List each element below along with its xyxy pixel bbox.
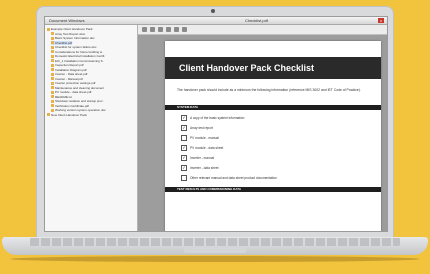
- trackpad: [184, 247, 246, 253]
- tree-item[interactable]: Working version system operation doc: [51, 108, 106, 112]
- laptop-shadow: [10, 256, 420, 262]
- document-viewer[interactable]: Client Handover Pack Checklist The hando…: [138, 35, 387, 231]
- checklist-item: PV module - manual: [181, 135, 219, 141]
- section-test-results: TEST RESULTS AND COMMISSIONING DATA: [165, 187, 381, 192]
- tree-item[interactable]: Installation Diagram.pdf: [51, 68, 87, 72]
- file-icon: [51, 50, 54, 54]
- section-system-data: SYSTEM DATA: [165, 105, 381, 110]
- file-icon: [51, 45, 54, 49]
- keyboard: [30, 238, 400, 246]
- checklist-item: ✓ A copy of the basic system information: [181, 115, 245, 121]
- tree-item[interactable]: Maintenance and cleaning document: [51, 86, 104, 90]
- document-tree: Example Client Handover Pack Array Test …: [45, 25, 138, 231]
- tree-item[interactable]: PV module - data sheet.pdf: [51, 90, 91, 94]
- file-icon: [51, 77, 54, 81]
- checkbox-icon[interactable]: [181, 175, 187, 181]
- tree-item[interactable]: Inverter - Manual.pdf: [51, 77, 83, 81]
- file-icon: [51, 86, 54, 90]
- checkbox-icon[interactable]: ✓: [181, 165, 187, 171]
- close-button[interactable]: x: [378, 18, 384, 23]
- file-icon: [51, 68, 54, 72]
- checkbox-icon[interactable]: ✓: [181, 155, 187, 161]
- file-icon: [51, 63, 54, 67]
- tree-item[interactable]: New Client Handover Pack: [47, 113, 87, 117]
- select-text-icon[interactable]: [166, 27, 171, 32]
- file-icon: [51, 108, 54, 112]
- checkbox-icon[interactable]: [181, 135, 187, 141]
- tree-item[interactable]: Domestic Electrical Installation Certifi…: [51, 54, 105, 58]
- sidebar-title: Document Windows: [49, 18, 85, 23]
- laptop-screen: Document Windows Checklist.pdf x Example…: [44, 16, 388, 232]
- zoom-out-icon[interactable]: [142, 27, 147, 32]
- fit-page-icon[interactable]: [174, 27, 179, 32]
- zoom-in-icon[interactable]: [150, 27, 155, 32]
- file-icon: [51, 32, 54, 36]
- tree-item[interactable]: EIC_1 Installation Commissioning S.: [51, 59, 104, 63]
- tree-item-selected[interactable]: Checklist.pdf: [51, 40, 73, 45]
- tree-item[interactable]: Example Client Handover Pack: [47, 27, 93, 31]
- pdf-toolbar: [138, 25, 387, 35]
- laptop-lid: Document Windows Checklist.pdf x Example…: [36, 6, 394, 238]
- tree-item[interactable]: Inspection Report.pdf: [51, 63, 84, 67]
- file-icon: [51, 95, 54, 99]
- print-icon[interactable]: [182, 27, 187, 32]
- checklist-item: ✓ Array test report: [181, 125, 213, 131]
- file-icon: [51, 99, 54, 103]
- window-titlebar: Document Windows Checklist.pdf x: [45, 17, 387, 25]
- pdf-page: Client Handover Pack Checklist The hando…: [165, 41, 381, 231]
- hand-tool-icon[interactable]: [158, 27, 163, 32]
- folder-icon: [47, 113, 50, 117]
- tree-item[interactable]: Considerations for future building w.: [51, 50, 103, 54]
- checklist-item: ✓ Inverter - data sheet: [181, 165, 219, 171]
- file-icon: [51, 59, 54, 63]
- file-icon: [51, 90, 54, 94]
- folder-icon: [47, 27, 50, 31]
- file-icon: [51, 104, 54, 108]
- file-icon: [51, 81, 54, 85]
- file-icon: [51, 54, 54, 58]
- camera: [211, 9, 215, 13]
- window-title: Checklist.pdf: [245, 18, 268, 23]
- tree-item[interactable]: Inverter protection settings.pdf: [51, 81, 95, 85]
- checklist-item: Other relevant manual and data sheet pro…: [181, 175, 277, 181]
- tree-item[interactable]: Basic System Information.doc: [51, 36, 95, 40]
- file-icon: [51, 72, 54, 76]
- tree-item[interactable]: Verification Certificate.pdf: [51, 104, 89, 108]
- file-icon: [51, 41, 54, 45]
- checkbox-icon[interactable]: ✓: [181, 115, 187, 121]
- checklist-item: ✓ PV module - data sheet: [181, 145, 224, 151]
- checkbox-icon[interactable]: ✓: [181, 145, 187, 151]
- tree-item[interactable]: Shutdown isolation and startup proc.: [51, 99, 104, 103]
- checkbox-icon[interactable]: ✓: [181, 125, 187, 131]
- checklist-item: ✓ Inverter - manual: [181, 155, 215, 161]
- tree-item[interactable]: Array Test Report.xlsm: [51, 32, 85, 36]
- tree-item[interactable]: README.txt: [51, 95, 72, 99]
- file-icon: [51, 36, 54, 40]
- document-intro: The handover pack should include as a mi…: [177, 88, 361, 92]
- laptop-base: [2, 237, 428, 255]
- tree-item[interactable]: Checklist for system failure.doc: [51, 45, 97, 49]
- tree-item[interactable]: Inverter - Data sheet.pdf: [51, 72, 87, 76]
- document-title: Client Handover Pack Checklist: [165, 57, 381, 79]
